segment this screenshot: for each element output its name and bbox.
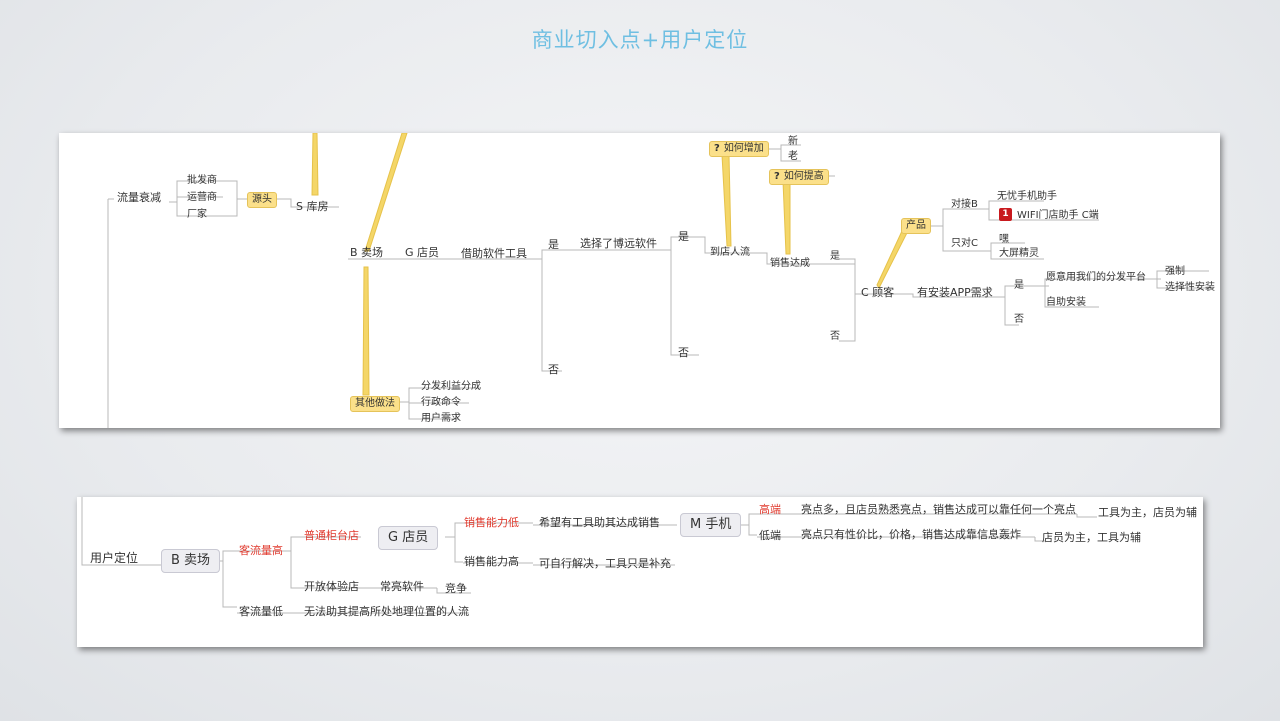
node-liuliang: 流量衰减	[117, 191, 161, 204]
node-fou4: 否	[1014, 314, 1024, 325]
node-diduan: 低端	[759, 529, 781, 542]
node-gongjuzhu: 工具为主，店员为辅	[1098, 506, 1197, 519]
node-xingzheng: 行政命令	[421, 397, 461, 408]
node-fou1: 否	[548, 363, 559, 376]
node-daodian: 到店人流	[710, 247, 750, 258]
node-m-shouji: M 手机	[680, 513, 742, 537]
node-lao: 老	[788, 151, 798, 162]
node-wufa: 无法助其提高所处地理位置的人流	[304, 605, 469, 618]
node-chanpin: 产品	[901, 218, 931, 234]
node-g-dianyuan: G 店员	[378, 526, 439, 550]
node-anzhuang: 有安装APP需求	[917, 286, 993, 299]
node-yunying: 运营商	[187, 192, 217, 203]
node-maichang: B 卖场	[350, 246, 384, 259]
node-changliang: 常亮软件	[380, 580, 424, 593]
node-yuanyi: 愿意用我们的分发平台	[1046, 272, 1146, 283]
node-yonghudingwei: 用户定位	[90, 551, 139, 565]
node-shi2: 是	[678, 230, 689, 243]
node-xuanzexing: 选择性安装	[1165, 282, 1215, 293]
node-yonghu: 用户需求	[421, 413, 461, 424]
node-ziji: 可自行解决，工具只是补充	[539, 557, 671, 570]
node-wifi: WIFI门店助手 C端	[1017, 210, 1099, 221]
slide-title: 商业切入点+用户定位	[531, 28, 749, 52]
node-xiwang: 希望有工具助其达成销售	[539, 516, 660, 529]
node-ruhetigao: ? 如何提高	[769, 169, 829, 185]
node-fou3: 否	[830, 331, 840, 342]
node-qiangzhi: 强制	[1165, 266, 1185, 277]
node-duijieb: 对接B	[951, 199, 978, 210]
node-nengli-gao: 销售能力高	[464, 555, 519, 568]
question-icon: ?	[714, 143, 720, 154]
node-qita: 其他做法	[350, 396, 400, 412]
node-zhiduic: 只对C	[951, 238, 978, 249]
question-icon: ?	[774, 171, 780, 182]
node-fou2: 否	[678, 346, 689, 359]
node-shi4: 是	[1014, 280, 1024, 291]
node-xuanze: 选择了博远软件	[580, 237, 657, 250]
node-zidong: 自助安装	[1046, 297, 1086, 308]
node-dianyuanzhu: 店员为主，工具为辅	[1042, 531, 1141, 544]
node-nengli-di: 销售能力低	[464, 516, 519, 529]
node-keliudi: 客流量低	[239, 605, 283, 618]
node-wuyou: 无忧手机助手	[997, 191, 1057, 202]
node-hei: 嘿	[999, 234, 1009, 245]
node-jiezhu: 借助软件工具	[461, 247, 527, 260]
node-dianyuan: G 店员	[405, 246, 440, 259]
node-ruhezengjia: ? 如何增加	[709, 141, 769, 157]
node-shi3: 是	[830, 251, 840, 262]
node-xiaoshou: 销售达成	[770, 258, 810, 269]
node-gaoduan: 高端	[759, 503, 781, 516]
priority-badge-icon: 1	[999, 208, 1012, 221]
node-kaifang: 开放体验店	[304, 580, 359, 593]
node-b-maichang: B 卖场	[161, 549, 221, 573]
node-keliugao: 客流量高	[239, 544, 283, 557]
node-pifa: 批发商	[187, 175, 217, 186]
node-kufang: S 库房	[296, 200, 329, 213]
node-guke: C 顾客	[861, 286, 895, 299]
node-jingzheng: 竞争	[445, 582, 467, 595]
node-putong: 普通柜台店	[304, 529, 359, 542]
node-yuantou: 源头	[247, 192, 277, 208]
node-xin: 新	[788, 136, 798, 147]
mindmap-top-panel: 流量衰减 批发商 运营商 厂家 源头 S 库房 B 卖场 G 店员 借助软件工具…	[59, 133, 1220, 428]
node-fenfa: 分发利益分成	[421, 381, 481, 392]
node-ruhezengjia-label: 如何增加	[723, 143, 764, 154]
node-ruhetigao-label: 如何提高	[783, 171, 824, 182]
node-liangdianshao: 亮点只有性价比，价格，销售达成靠信息轰炸	[801, 528, 1021, 541]
node-daping: 大屏精灵	[999, 248, 1039, 259]
node-shi1: 是	[548, 238, 559, 251]
node-changjia: 厂家	[187, 209, 207, 220]
node-liangdianduo: 亮点多，且店员熟悉亮点，销售达成可以靠任何一个亮点	[801, 503, 1076, 516]
mindmap-bottom-panel: 用户定位 B 卖场 客流量高 普通柜台店 G 店员 销售能力低 希望有工具助其达…	[77, 497, 1203, 647]
